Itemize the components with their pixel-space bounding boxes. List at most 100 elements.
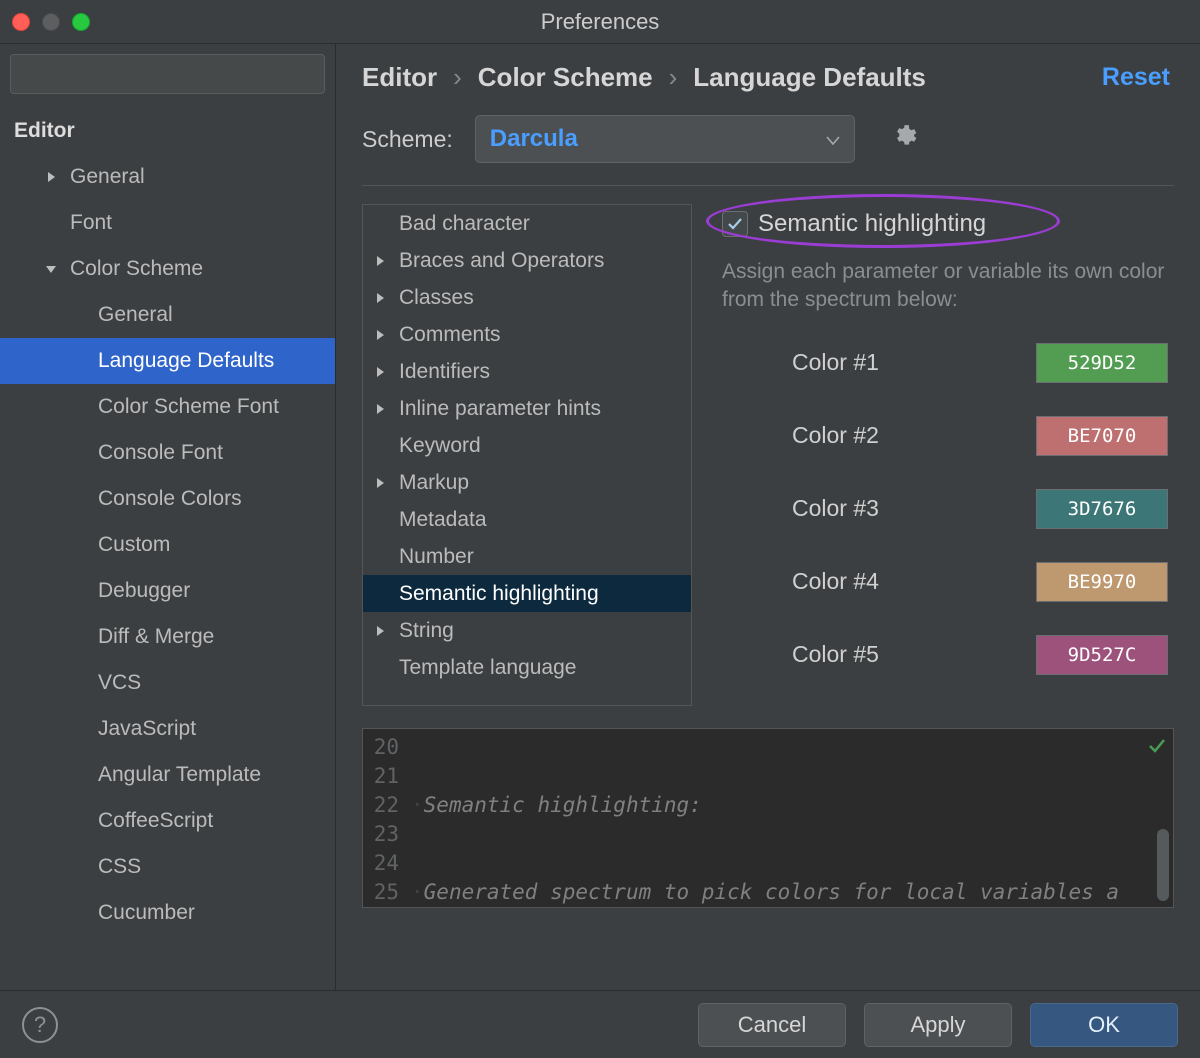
chevron-right-icon [373, 476, 399, 490]
sidebar-item[interactable]: Color Scheme [0, 246, 335, 292]
sidebar-item-label: Debugger [98, 579, 190, 603]
gutter-line-number: 22 [363, 791, 407, 820]
attribute-item[interactable]: Classes [363, 279, 691, 316]
attribute-item-label: Number [399, 545, 474, 569]
reset-link[interactable]: Reset [1102, 63, 1170, 92]
attribute-item[interactable]: Braces and Operators [363, 242, 691, 279]
sidebar-item-label: CSS [98, 855, 141, 879]
sidebar-item-label: CoffeeScript [98, 809, 213, 833]
color-label: Color #5 [792, 641, 879, 668]
preview-line: Semantic highlighting: [424, 793, 702, 817]
semantic-description: Assign each parameter or variable its ow… [722, 258, 1174, 315]
ok-button[interactable]: OK [1030, 1003, 1178, 1047]
gutter-line-number: 21 [363, 762, 407, 791]
chevron-right-icon [44, 170, 70, 184]
sidebar-item-label: General [98, 303, 173, 327]
breadcrumb-item: Color Scheme [478, 62, 653, 93]
sidebar-item[interactable]: JavaScript [0, 706, 335, 752]
color-swatch[interactable]: 9D527C [1036, 635, 1168, 675]
attribute-item[interactable]: Template language [363, 649, 691, 686]
attribute-item-label: Identifiers [399, 360, 490, 384]
sidebar-item[interactable]: VCS [0, 660, 335, 706]
sidebar-item[interactable]: General [0, 292, 335, 338]
sidebar-item-label: JavaScript [98, 717, 196, 741]
sidebar-item[interactable]: Console Font [0, 430, 335, 476]
scheme-value: Darcula [490, 125, 578, 153]
gutter-line-number: 23 [363, 820, 407, 849]
sidebar-item-label: Custom [98, 533, 170, 557]
sidebar-item-label: Color Scheme Font [98, 395, 279, 419]
attribute-item[interactable]: Inline parameter hints [363, 390, 691, 427]
sidebar-item[interactable]: CSS [0, 844, 335, 890]
attribute-item[interactable]: Bad character [363, 205, 691, 242]
chevron-right-icon: › [669, 62, 678, 93]
attribute-item-label: Metadata [399, 508, 487, 532]
window-close-button[interactable] [12, 13, 30, 31]
attribute-item-label: Bad character [399, 212, 530, 236]
cancel-button[interactable]: Cancel [698, 1003, 846, 1047]
sidebar-item[interactable]: Color Scheme Font [0, 384, 335, 430]
color-label: Color #1 [792, 349, 879, 376]
attribute-item-label: Keyword [399, 434, 481, 458]
gutter-line-number: 25 [363, 878, 407, 907]
gutter-line-number: 20 [363, 733, 407, 762]
breadcrumb: Editor › Color Scheme › Language Default… [362, 62, 926, 93]
gear-icon[interactable] [891, 123, 917, 155]
sidebar-item-label: Language Defaults [98, 349, 274, 373]
titlebar: Preferences [0, 0, 1200, 44]
attribute-item[interactable]: Keyword [363, 427, 691, 464]
search-input[interactable] [10, 54, 325, 94]
sidebar-item[interactable]: Cucumber [0, 890, 335, 936]
attribute-item-label: Markup [399, 471, 469, 495]
sidebar-item-label: Diff & Merge [98, 625, 214, 649]
attribute-item-label: Classes [399, 286, 474, 310]
sidebar-item[interactable]: Debugger [0, 568, 335, 614]
chevron-right-icon: › [453, 62, 462, 93]
window-minimize-button[interactable] [42, 13, 60, 31]
color-label: Color #4 [792, 568, 879, 595]
code-preview: 202122232425 ·Semantic highlighting: ·Ge… [362, 728, 1174, 908]
sidebar-heading: Editor [0, 108, 335, 154]
breadcrumb-item: Language Defaults [693, 62, 926, 93]
sidebar-item-label: Cucumber [98, 901, 195, 925]
attribute-item-label: Comments [399, 323, 501, 347]
sidebar-item-label: Console Colors [98, 487, 242, 511]
color-row: Color #5 9D527C [792, 635, 1174, 675]
sidebar-item[interactable]: Angular Template [0, 752, 335, 798]
color-swatch[interactable]: BE9970 [1036, 562, 1168, 602]
sidebar-item[interactable]: CoffeeScript [0, 798, 335, 844]
attribute-item[interactable]: Number [363, 538, 691, 575]
help-button[interactable]: ? [22, 1007, 58, 1043]
attribute-tree[interactable]: Bad character Braces and Operators Classes… [362, 204, 692, 706]
attribute-item-label: Semantic highlighting [399, 582, 599, 606]
color-row: Color #1 529D52 [792, 343, 1174, 383]
attribute-item[interactable]: Metadata [363, 501, 691, 538]
chevron-right-icon [373, 254, 399, 268]
preview-scrollbar[interactable] [1157, 829, 1169, 901]
color-swatch[interactable]: 529D52 [1036, 343, 1168, 383]
sidebar-item[interactable]: Language Defaults [0, 338, 335, 384]
semantic-highlighting-label: Semantic highlighting [758, 210, 986, 238]
scheme-dropdown[interactable]: Darcula [475, 115, 855, 163]
attribute-item[interactable]: Markup [363, 464, 691, 501]
chevron-right-icon [373, 624, 399, 638]
attribute-item[interactable]: Comments [363, 316, 691, 353]
semantic-highlighting-checkbox[interactable] [722, 211, 748, 237]
sidebar-item[interactable]: Custom [0, 522, 335, 568]
sidebar-item[interactable]: General [0, 154, 335, 200]
color-swatch[interactable]: BE7070 [1036, 416, 1168, 456]
apply-button[interactable]: Apply [864, 1003, 1012, 1047]
attribute-item[interactable]: Semantic highlighting [363, 575, 691, 612]
window-zoom-button[interactable] [72, 13, 90, 31]
color-row: Color #4 BE9970 [792, 562, 1174, 602]
window-title: Preferences [541, 9, 660, 35]
sidebar-item[interactable]: Font [0, 200, 335, 246]
sidebar-item[interactable]: Diff & Merge [0, 614, 335, 660]
color-label: Color #2 [792, 422, 879, 449]
color-swatch[interactable]: 3D7676 [1036, 489, 1168, 529]
chevron-right-icon [373, 291, 399, 305]
attribute-item[interactable]: Identifiers [363, 353, 691, 390]
attribute-item[interactable]: String [363, 612, 691, 649]
sidebar: Editor GeneralFontColor SchemeGeneralLan… [0, 44, 336, 990]
sidebar-item[interactable]: Console Colors [0, 476, 335, 522]
